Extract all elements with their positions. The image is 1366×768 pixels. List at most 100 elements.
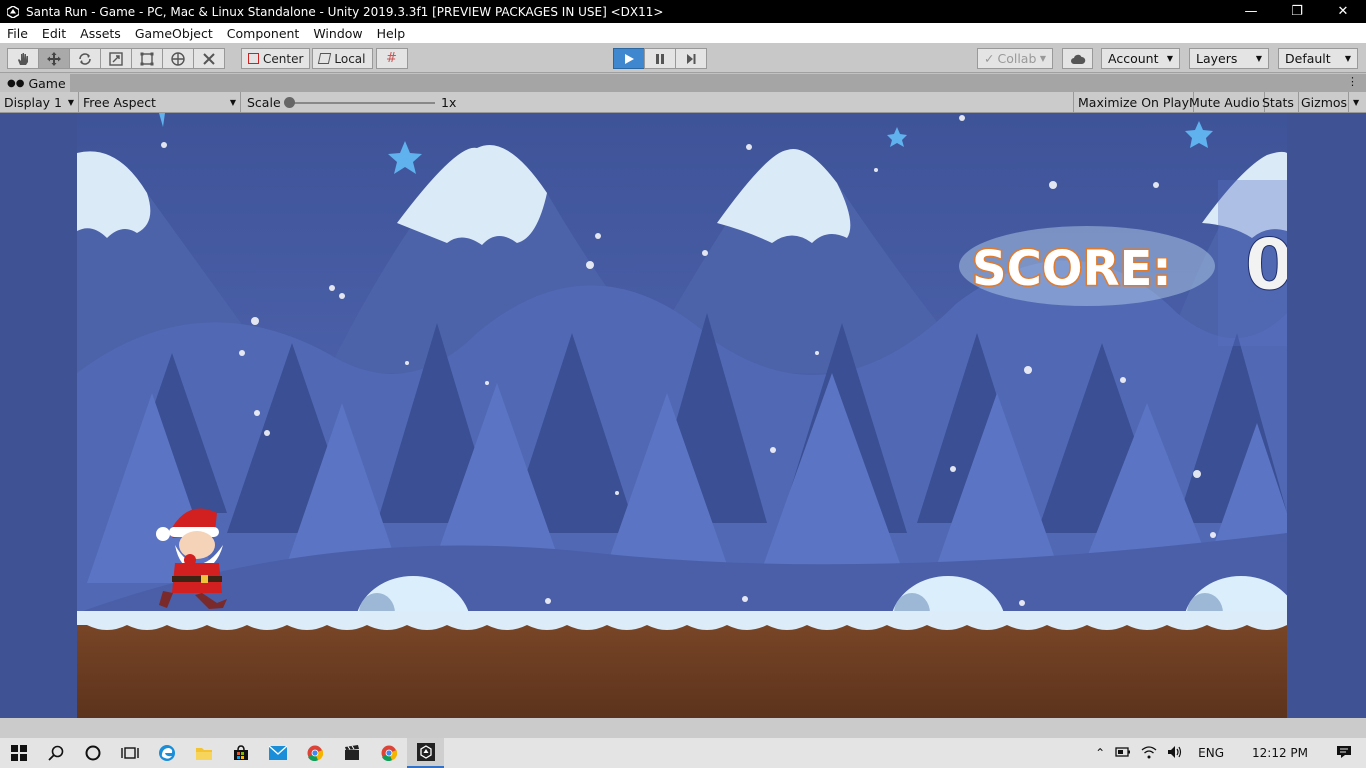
chevron-down-icon: ▼ bbox=[1353, 98, 1360, 107]
layers-dropdown[interactable]: Layers ▼ bbox=[1189, 48, 1269, 69]
system-tray: ⌃ ENG 12:12 PM bbox=[1090, 738, 1366, 768]
edge-icon[interactable] bbox=[148, 738, 185, 768]
game-view[interactable]: SCORE: 0 bbox=[0, 113, 1366, 718]
main-toolbar: Center Local # ✓ Collab ▼ Account ▼ Laye… bbox=[0, 43, 1366, 73]
local-space-icon bbox=[318, 53, 332, 64]
pivot-local-button[interactable]: Local bbox=[312, 48, 373, 69]
close-icon[interactable]: ✕ bbox=[1320, 0, 1366, 23]
tab-strip: ●● Game ⋮ bbox=[0, 74, 1366, 92]
pivot-label: Center bbox=[263, 51, 304, 66]
game-canvas[interactable]: SCORE: 0 bbox=[77, 113, 1310, 718]
volume-icon[interactable] bbox=[1162, 745, 1188, 762]
window-title-bar: Santa Run - Game - PC, Mac & Linux Stand… bbox=[0, 0, 1366, 23]
cortana-icon[interactable] bbox=[74, 738, 111, 768]
aspect-dropdown[interactable]: Free Aspect ▼ bbox=[79, 92, 241, 113]
notification-icon[interactable] bbox=[1326, 745, 1366, 762]
scale-slider-track[interactable] bbox=[289, 102, 435, 104]
game-view-toolbar: Display 1 ▼ Free Aspect ▼ Scale 1x Maxim… bbox=[0, 92, 1366, 113]
pause-button[interactable] bbox=[644, 48, 676, 69]
tab-game[interactable]: ●● Game bbox=[0, 74, 70, 92]
file-explorer-icon[interactable] bbox=[185, 738, 222, 768]
custom-tool-button[interactable] bbox=[193, 48, 225, 69]
chevron-down-icon: ▼ bbox=[1255, 54, 1262, 63]
score-label: SCORE: bbox=[972, 241, 1172, 297]
rotate-tool-icon bbox=[79, 52, 91, 65]
unity-logo-icon bbox=[6, 5, 20, 19]
scale-tool-button[interactable] bbox=[100, 48, 132, 69]
gizmos-toggle[interactable]: Gizmos bbox=[1297, 92, 1351, 113]
move-tool-button[interactable] bbox=[38, 48, 70, 69]
snap-button[interactable]: # bbox=[375, 48, 408, 69]
layout-dropdown[interactable]: Default ▼ bbox=[1278, 48, 1358, 69]
gamepad-icon: ●● bbox=[7, 77, 25, 89]
mail-icon[interactable] bbox=[259, 738, 296, 768]
rect-tool-button[interactable] bbox=[131, 48, 163, 69]
minimize-icon[interactable]: — bbox=[1228, 0, 1274, 23]
bottom-strip bbox=[0, 718, 1366, 738]
tab-menu-icon[interactable]: ⋮ bbox=[1347, 75, 1358, 88]
scale-tool-icon bbox=[109, 51, 123, 66]
menu-file[interactable]: File bbox=[0, 26, 35, 41]
chrome-icon[interactable] bbox=[296, 738, 333, 768]
chevron-down-icon: ▼ bbox=[67, 98, 74, 107]
menu-component[interactable]: Component bbox=[220, 26, 307, 41]
cloud-button[interactable] bbox=[1062, 48, 1093, 69]
menu-bar: File Edit Assets GameObject Component Wi… bbox=[0, 23, 1366, 43]
pivot-tools: Center Local # bbox=[241, 48, 408, 69]
account-label: Account bbox=[1108, 51, 1159, 66]
windows-start-icon[interactable] bbox=[0, 738, 37, 768]
hand-tool-icon bbox=[18, 52, 28, 65]
game-scene: SCORE: 0 bbox=[77, 113, 1310, 718]
store-icon[interactable] bbox=[222, 738, 259, 768]
playmode-controls bbox=[613, 48, 707, 69]
step-icon bbox=[687, 53, 696, 64]
scale-label: Scale bbox=[247, 95, 281, 110]
menu-gameobject[interactable]: GameObject bbox=[128, 26, 220, 41]
account-dropdown[interactable]: Account ▼ bbox=[1101, 48, 1180, 69]
step-button[interactable] bbox=[675, 48, 707, 69]
windows-taskbar: ⌃ ENG 12:12 PM bbox=[0, 738, 1366, 768]
clock[interactable]: 12:12 PM bbox=[1234, 746, 1326, 760]
language-indicator[interactable]: ENG bbox=[1188, 746, 1234, 760]
collab-label: Collab bbox=[997, 51, 1037, 66]
collab-dropdown[interactable]: ✓ Collab ▼ bbox=[977, 48, 1053, 69]
scale-slider-handle[interactable] bbox=[284, 97, 295, 108]
play-icon bbox=[625, 53, 634, 64]
menu-window[interactable]: Window bbox=[306, 26, 369, 41]
display-dropdown[interactable]: Display 1 ▼ bbox=[0, 92, 79, 113]
search-icon[interactable] bbox=[37, 738, 74, 768]
menu-help[interactable]: Help bbox=[370, 26, 413, 41]
wifi-icon[interactable] bbox=[1136, 745, 1162, 762]
space-label: Local bbox=[334, 51, 366, 66]
aspect-label: Free Aspect bbox=[83, 95, 156, 110]
gizmos-dropdown[interactable]: ▼ bbox=[1348, 92, 1363, 113]
mute-audio-toggle[interactable]: Mute Audio bbox=[1185, 92, 1265, 113]
hand-tool-button[interactable] bbox=[7, 48, 39, 69]
display-label: Display 1 bbox=[4, 95, 63, 110]
transform-tool-icon bbox=[171, 51, 185, 66]
chrome-icon[interactable] bbox=[370, 738, 407, 768]
unity-icon[interactable] bbox=[407, 738, 444, 768]
pivot-icon bbox=[248, 53, 259, 64]
video-editor-icon[interactable] bbox=[333, 738, 370, 768]
move-tool-icon bbox=[47, 51, 61, 66]
rotate-tool-button[interactable] bbox=[69, 48, 101, 69]
task-view-icon[interactable] bbox=[111, 738, 148, 768]
tab-game-label: Game bbox=[28, 75, 66, 91]
restore-icon[interactable]: ❐ bbox=[1274, 0, 1320, 23]
chevron-down-icon: ▼ bbox=[1344, 54, 1351, 63]
rect-tool-icon bbox=[140, 52, 154, 65]
custom-tool-icon bbox=[203, 52, 215, 65]
transform-tool-button[interactable] bbox=[162, 48, 194, 69]
battery-icon[interactable] bbox=[1110, 746, 1136, 761]
pivot-center-button[interactable]: Center bbox=[241, 48, 311, 69]
maximize-on-play-toggle[interactable]: Maximize On Play bbox=[1073, 92, 1194, 113]
play-button[interactable] bbox=[613, 48, 645, 69]
ground bbox=[77, 611, 1287, 718]
menu-edit[interactable]: Edit bbox=[35, 26, 73, 41]
chevron-up-icon[interactable]: ⌃ bbox=[1090, 746, 1110, 760]
grid-snap-icon: # bbox=[386, 51, 397, 66]
stats-toggle[interactable]: Stats bbox=[1258, 92, 1299, 113]
checkmark-icon: ✓ bbox=[984, 51, 995, 66]
menu-assets[interactable]: Assets bbox=[73, 26, 128, 41]
